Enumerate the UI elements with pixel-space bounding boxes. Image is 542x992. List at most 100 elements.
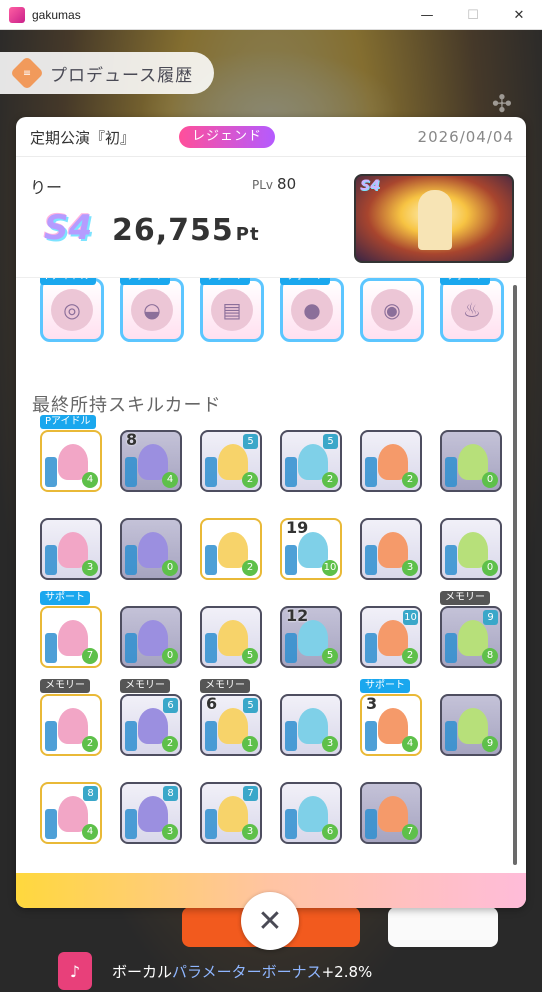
skill-card[interactable]: 2 [360,430,422,492]
skill-card[interactable]: 7 [360,782,422,844]
background-white-button [388,907,498,947]
card-level: 0 [482,560,498,576]
skill-card[interactable]: 5 [200,606,262,668]
close-button[interactable]: ✕ [241,892,299,950]
produce-date: 2026/04/04 [417,128,514,146]
skill-card[interactable]: 9 [440,694,502,756]
card-count: 6 [206,694,218,713]
item-tag: サポート [440,278,490,285]
skill-card[interactable]: 2 [200,518,262,580]
skill-card[interactable]: 34 [360,694,422,756]
idol-figure [418,190,452,250]
skill-card[interactable]: 10 2 [360,606,422,668]
scrollbar[interactable] [513,285,517,865]
close-window-button[interactable]: ✕ [496,0,542,30]
card-level: 4 [82,472,98,488]
p-item[interactable]: サポート ♨ [440,278,504,342]
card-level: 4 [402,736,418,752]
effect-icons [45,633,57,663]
card-level: 1 [242,736,258,752]
bonus-text: ボーカルパラメーターボーナス+2.8% [112,961,372,982]
skill-card[interactable]: 0 [120,518,182,580]
skill-card[interactable]: 62 [120,694,182,756]
card-cost: 8 [163,786,178,801]
item-tag: サポート [280,278,330,285]
p-item[interactable]: Pアイドル ◎ [40,278,104,342]
card-level: 7 [402,824,418,840]
player-name: りー [30,178,63,197]
skill-card[interactable]: 0 [440,430,502,492]
card-level: 4 [162,472,178,488]
minimize-button[interactable]: — [404,0,450,30]
p-item[interactable]: サポート ▤ [200,278,264,342]
scrollbar-thumb[interactable] [513,285,517,865]
p-item[interactable]: ◉ [360,278,424,342]
skill-card[interactable]: 7 [40,606,102,668]
page-header: ≡ プロデュース履歴 [0,52,214,94]
maximize-button[interactable]: ☐ [450,0,496,30]
p-item[interactable]: サポート ● [280,278,344,342]
card-count: 19 [286,518,309,537]
score: 26,755 Pt [112,213,260,248]
bonus-value: +2.8% [321,962,373,981]
card-level: 2 [82,736,98,752]
skill-card[interactable]: 0 [120,606,182,668]
effect-icons [445,721,457,751]
card-cost: 5 [243,698,258,713]
skill-card[interactable]: 6 [280,782,342,844]
card-tag: サポート [40,591,90,605]
skill-card[interactable]: 98 [440,606,502,668]
lamp-icon: ♨ [451,289,493,331]
skill-card[interactable]: 3 [40,518,102,580]
effect-icons [205,457,217,487]
thumbnail-rank: S4 [360,178,380,194]
expand-icon: ✣ [491,90,512,118]
event-name: 定期公演『初』 [30,129,136,147]
skill-card[interactable]: 84 [120,430,182,492]
skill-card[interactable]: 52 [280,430,342,492]
effect-icons [205,545,217,575]
skill-card[interactable]: 19 10 [280,518,342,580]
card-level: 3 [322,736,338,752]
card-tag: メモリー [40,679,90,693]
window-controls: — ☐ ✕ [404,0,542,30]
effect-icons [445,545,457,575]
plv-label: PLv [252,178,274,192]
card-level: 9 [482,736,498,752]
card-tag: サポート [360,679,410,693]
panel-header: 定期公演『初』 レジェンド 2026/04/04 [16,117,526,157]
bonus-prefix: ボーカル [112,962,173,981]
skill-card[interactable]: 73 [200,782,262,844]
bonus-highlight: パラメーター [172,962,262,981]
card-tag: Pアイドル [40,415,96,429]
skill-card[interactable]: 2 [40,694,102,756]
card-cost: 10 [403,610,418,625]
effect-icons [285,809,297,839]
card-level: 7 [82,648,98,664]
earring-icon: ◎ [51,289,93,331]
skill-card[interactable]: 3 [360,518,422,580]
skill-card[interactable]: 6 5 1 [200,694,262,756]
skill-card[interactable]: 0 [440,518,502,580]
idol-thumbnail[interactable]: S4 [354,174,514,263]
effect-icons [445,633,457,663]
effect-icons [285,721,297,751]
skill-card[interactable]: 83 [120,782,182,844]
p-item[interactable]: サポート ◒ [120,278,184,342]
skill-card[interactable]: 3 [280,694,342,756]
card-level: 3 [402,560,418,576]
card-level: 0 [162,560,178,576]
effect-icons [125,545,137,575]
skill-card[interactable]: 12 5 [280,606,342,668]
card-tag: メモリー [200,679,250,693]
card-level: 0 [162,648,178,664]
effect-icons [365,721,377,751]
history-scroll-area[interactable]: Pアイドル ◎ サポート ◒ サポート ▤ サポート ● ◉ サポート ♨ 最終所持スキルカード 4… [16,277,526,871]
skill-card[interactable]: 4 [40,430,102,492]
skill-card[interactable]: 52 [200,430,262,492]
skill-card[interactable]: 84 [40,782,102,844]
section-title-skill-cards: 最終所持スキルカード [32,395,222,416]
effect-icons [365,545,377,575]
card-level: 4 [82,824,98,840]
card-tag: メモリー [120,679,170,693]
